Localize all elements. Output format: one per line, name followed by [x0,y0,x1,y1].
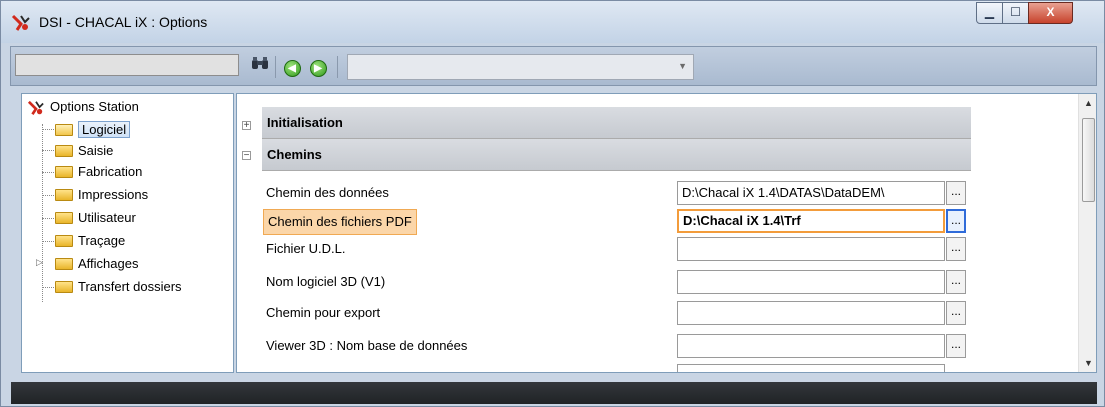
close-button[interactable]: X [1028,2,1073,24]
browse-button[interactable]: ... [946,209,966,233]
category-label: Chemins [267,147,322,162]
tree-connector [42,241,54,242]
browse-button[interactable]: ... [946,270,966,294]
folder-icon [55,144,73,157]
category-initialisation[interactable]: Initialisation [262,107,971,139]
expand-arrow-icon[interactable]: ▷ [36,252,43,273]
property-value-chemin-export[interactable] [677,301,945,325]
tree-root-label: Options Station [50,99,139,114]
maximize-button[interactable]: ☐ [1002,2,1029,24]
tree-item-label: Saisie [78,143,114,158]
folder-icon [55,188,73,201]
vertical-scrollbar[interactable]: ▲ ▼ [1078,94,1096,372]
property-label-chemin-export[interactable]: Chemin pour export [266,301,380,325]
category-label: Initialisation [267,115,343,130]
tree-item-label: Impressions [78,187,149,202]
tree-item-saisie[interactable]: Saisie [55,140,113,161]
folder-icon [55,280,73,293]
browse-button[interactable]: ... [946,301,966,325]
expand-icon[interactable]: + [242,121,251,131]
search-input[interactable] [15,54,239,76]
chevron-down-icon[interactable]: ▼ [678,61,687,71]
property-label-chemin-donnees[interactable]: Chemin des données [266,181,389,205]
tree-item-impressions[interactable]: Impressions [55,184,148,205]
property-value-fichier-udl[interactable] [677,237,945,261]
browse-button[interactable]: ... [946,334,966,358]
binoculars-icon[interactable] [249,56,271,78]
property-grid: + Initialisation − Chemins Chemin des do… [236,93,1097,373]
status-bar [11,382,1097,404]
station-icon [27,100,44,115]
property-label-chemin-pdf[interactable]: Chemin des fichiers PDF [263,209,417,235]
folder-open-icon [55,123,73,136]
options-window: DSI - CHACAL iX : Options ▁ ☐ X ◀ ▶ ▼ Op… [0,0,1105,407]
forward-arrow-icon[interactable]: ▶ [307,56,329,78]
options-tree: Options Station Logiciel Saisie Fabricat… [21,93,234,373]
scroll-thumb[interactable] [1082,118,1095,202]
toolbar-separator [337,56,338,78]
tree-connector [42,218,54,219]
property-value-partial[interactable] [677,364,945,372]
tree-item-label: Affichages [78,256,139,271]
property-value-logiciel-3d[interactable] [677,270,945,294]
app-icon [11,14,30,31]
navigation-combo[interactable]: ▼ [347,54,694,80]
category-chemins[interactable]: Chemins [262,139,971,171]
collapse-icon[interactable]: − [242,151,251,161]
browse-button[interactable]: ... [946,237,966,261]
folder-icon [55,165,73,178]
property-label-viewer-3d[interactable]: Viewer 3D : Nom base de données [266,334,467,358]
tree-item-utilisateur[interactable]: Utilisateur [55,207,136,228]
tree-connector [42,172,54,173]
tree-item-label: Traçage [78,233,126,248]
folder-icon [55,234,73,247]
tree-item-transfert-dossiers[interactable]: Transfert dossiers [55,276,182,297]
back-arrow-icon[interactable]: ◀ [281,56,303,78]
tree-item-logiciel[interactable]: Logiciel [55,119,131,140]
toolbar: ◀ ▶ ▼ [10,46,1097,86]
tree-item-label: Logiciel [78,121,131,138]
tree-item-label: Utilisateur [78,210,136,225]
tree-item-fabrication[interactable]: Fabrication [55,161,142,182]
tree-connector [42,195,54,196]
minimize-button[interactable]: ▁ [976,2,1003,24]
property-value-viewer-3d[interactable] [677,334,945,358]
tree-item-label: Transfert dossiers [78,279,182,294]
tree-root-options-station[interactable]: Options Station [26,96,139,117]
title-bar: DSI - CHACAL iX : Options ▁ ☐ X [1,1,1104,43]
property-value-chemin-donnees[interactable]: D:\Chacal iX 1.4\DATAS\DataDEM\ [677,181,945,205]
tree-item-label: Fabrication [78,164,143,179]
tree-connector [42,129,54,130]
tree-item-tracage[interactable]: Traçage [55,230,125,251]
toolbar-separator [275,56,276,78]
property-label-logiciel-3d[interactable]: Nom logiciel 3D (V1) [266,270,385,294]
tree-connector [42,150,54,151]
tree-connector [42,287,54,288]
window-title: DSI - CHACAL iX : Options [39,14,208,30]
property-label-fichier-udl[interactable]: Fichier U.D.L. [266,237,345,261]
scroll-down-icon[interactable]: ▼ [1084,358,1093,368]
browse-button[interactable]: ... [946,181,966,205]
scroll-up-icon[interactable]: ▲ [1084,98,1093,108]
property-value-chemin-pdf[interactable]: D:\Chacal iX 1.4\Trf [677,209,945,233]
tree-item-affichages[interactable]: Affichages [55,253,138,274]
folder-icon [55,211,73,224]
folder-icon [55,257,73,270]
